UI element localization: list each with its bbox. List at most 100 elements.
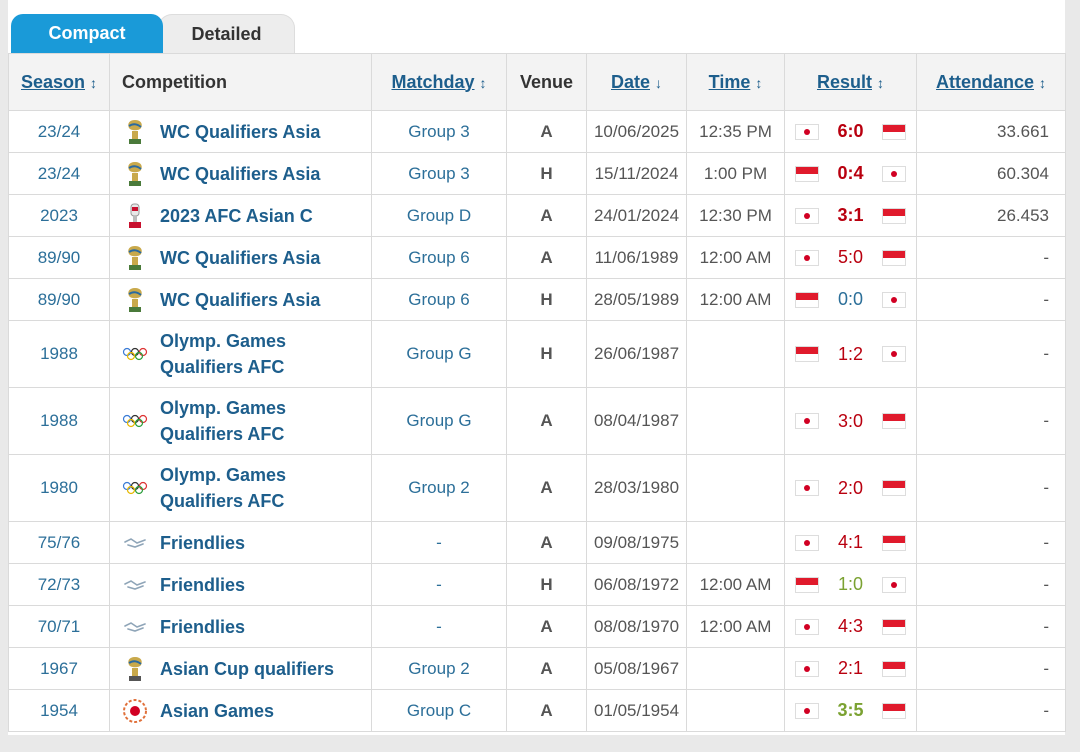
season-link[interactable]: 1988 (8, 387, 110, 455)
japan-flag-icon[interactable] (795, 534, 819, 551)
asian-cup-qualifiers-trophy-icon[interactable] (122, 655, 148, 683)
match-result-link[interactable]: 4:3 (838, 616, 863, 637)
match-result-link[interactable]: 5:0 (838, 247, 863, 268)
competition-link[interactable]: WC Qualifiers Asia (160, 287, 320, 313)
matchday-link[interactable]: Group 2 (371, 454, 507, 522)
match-result-link[interactable]: 6:0 (837, 121, 863, 142)
indonesia-flag-icon[interactable] (882, 660, 906, 677)
asian-cup-trophy-icon[interactable] (122, 202, 148, 230)
match-result-link[interactable]: 4:1 (838, 532, 863, 553)
japan-flag-icon[interactable] (795, 618, 819, 635)
matchday-link[interactable]: Group G (371, 320, 507, 388)
match-result-link[interactable]: 1:0 (838, 574, 863, 595)
match-result-link[interactable]: 3:5 (837, 700, 863, 721)
season-link[interactable]: 70/71 (8, 605, 110, 648)
japan-flag-icon[interactable] (795, 249, 819, 266)
season-link[interactable]: 89/90 (8, 278, 110, 321)
match-result-link[interactable]: 1:2 (838, 344, 863, 365)
indonesia-flag-icon[interactable] (882, 618, 906, 635)
date-column-header[interactable]: Date ↓ (586, 53, 687, 111)
season-link[interactable]: 72/73 (8, 563, 110, 606)
matchday-column-header[interactable]: Matchday ↕ (371, 53, 507, 111)
season-link[interactable]: 1988 (8, 320, 110, 388)
matchday-link[interactable]: Group D (371, 194, 507, 237)
japan-flag-icon[interactable] (882, 291, 906, 308)
indonesia-flag-icon[interactable] (881, 207, 906, 224)
season-link[interactable]: 1967 (8, 647, 110, 690)
season-link[interactable]: 75/76 (8, 521, 110, 564)
matchday-link[interactable]: Group 2 (371, 647, 507, 690)
season-link[interactable]: 23/24 (8, 152, 110, 195)
attendance-column-header[interactable]: Attendance ↕ (916, 53, 1066, 111)
season-link[interactable]: 89/90 (8, 236, 110, 279)
japan-flag-icon[interactable] (795, 702, 819, 719)
japan-flag-icon[interactable] (795, 207, 819, 224)
competition-link[interactable]: Asian Cup qualifiers (160, 656, 334, 682)
japan-flag-icon[interactable] (795, 413, 819, 429)
match-result-link[interactable]: 0:4 (837, 163, 863, 184)
friendlies-handshake-icon[interactable] (122, 571, 148, 599)
indonesia-flag-icon[interactable] (881, 702, 906, 719)
matchday-link[interactable]: Group G (371, 387, 507, 455)
japan-flag-icon[interactable] (795, 480, 819, 496)
time-value: 12:00 AM (686, 278, 785, 321)
japan-flag-icon[interactable] (881, 165, 906, 182)
indonesia-flag-icon[interactable] (882, 534, 906, 551)
japan-flag-icon[interactable] (882, 346, 906, 362)
season-link[interactable]: 1954 (8, 689, 110, 732)
competition-link[interactable]: Friendlies (160, 614, 245, 640)
match-result-link[interactable]: 2:1 (838, 658, 863, 679)
indonesia-flag-icon[interactable] (881, 123, 906, 140)
result-column-header[interactable]: Result ↕ (784, 53, 917, 111)
competition-cell: Friendlies (109, 563, 372, 606)
competition-link[interactable]: Friendlies (160, 572, 245, 598)
competition-link[interactable]: 2023 AFC Asian C (160, 203, 313, 229)
competition-link[interactable]: Asian Games (160, 698, 274, 724)
match-result-link[interactable]: 3:1 (837, 205, 863, 226)
indonesia-flag-icon[interactable] (882, 413, 906, 429)
matchday-link[interactable]: Group C (371, 689, 507, 732)
olympic-rings-icon[interactable] (122, 474, 148, 502)
indonesia-flag-icon[interactable] (795, 576, 819, 593)
match-result-link[interactable]: 2:0 (838, 478, 863, 499)
friendlies-handshake-icon[interactable] (122, 613, 148, 641)
tab-compact[interactable]: Compact (11, 14, 163, 53)
season-column-header[interactable]: Season ↕ (8, 53, 110, 111)
season-link[interactable]: 2023 (8, 194, 110, 237)
world-cup-trophy-icon[interactable] (122, 160, 148, 188)
indonesia-flag-icon[interactable] (795, 291, 819, 308)
season-link[interactable]: 23/24 (8, 110, 110, 153)
matchday-link[interactable]: Group 6 (371, 236, 507, 279)
time-column-header[interactable]: Time ↕ (686, 53, 785, 111)
japan-flag-icon[interactable] (795, 660, 819, 677)
matchday-link[interactable]: Group 6 (371, 278, 507, 321)
competition-link[interactable]: Friendlies (160, 530, 245, 556)
indonesia-flag-icon[interactable] (882, 480, 906, 496)
matchday-link[interactable]: Group 3 (371, 152, 507, 195)
season-link[interactable]: 1980 (8, 454, 110, 522)
japan-flag-icon[interactable] (795, 123, 819, 140)
world-cup-trophy-icon[interactable] (122, 244, 148, 272)
competition-link[interactable]: WC Qualifiers Asia (160, 119, 320, 145)
friendlies-handshake-icon[interactable] (122, 529, 148, 557)
matchday-link[interactable]: Group 3 (371, 110, 507, 153)
olympic-rings-icon[interactable] (122, 407, 148, 435)
japan-flag-icon[interactable] (882, 576, 906, 593)
competition-link[interactable]: Olymp. Games Qualifiers AFC (160, 395, 371, 447)
asian-games-emblem-icon[interactable] (122, 697, 148, 725)
result-cell: 4:1 (784, 521, 917, 564)
olympic-rings-icon[interactable] (122, 340, 148, 368)
indonesia-flag-icon[interactable] (882, 249, 906, 266)
world-cup-trophy-icon[interactable] (122, 286, 148, 314)
competition-link[interactable]: Olymp. Games Qualifiers AFC (160, 462, 371, 514)
indonesia-flag-icon[interactable] (795, 346, 819, 362)
indonesia-flag-icon[interactable] (795, 165, 819, 182)
competition-link[interactable]: Olymp. Games Qualifiers AFC (160, 328, 371, 380)
table-row: 70/71 Friendlies - A 08/08/1970 12:00 AM 4:3- (8, 605, 1066, 648)
match-result-link[interactable]: 3:0 (838, 411, 863, 432)
competition-link[interactable]: WC Qualifiers Asia (160, 245, 320, 271)
match-result-link[interactable]: 0:0 (838, 289, 863, 310)
world-cup-trophy-icon[interactable] (122, 118, 148, 146)
competition-link[interactable]: WC Qualifiers Asia (160, 161, 320, 187)
tab-detailed[interactable]: Detailed (158, 14, 295, 54)
